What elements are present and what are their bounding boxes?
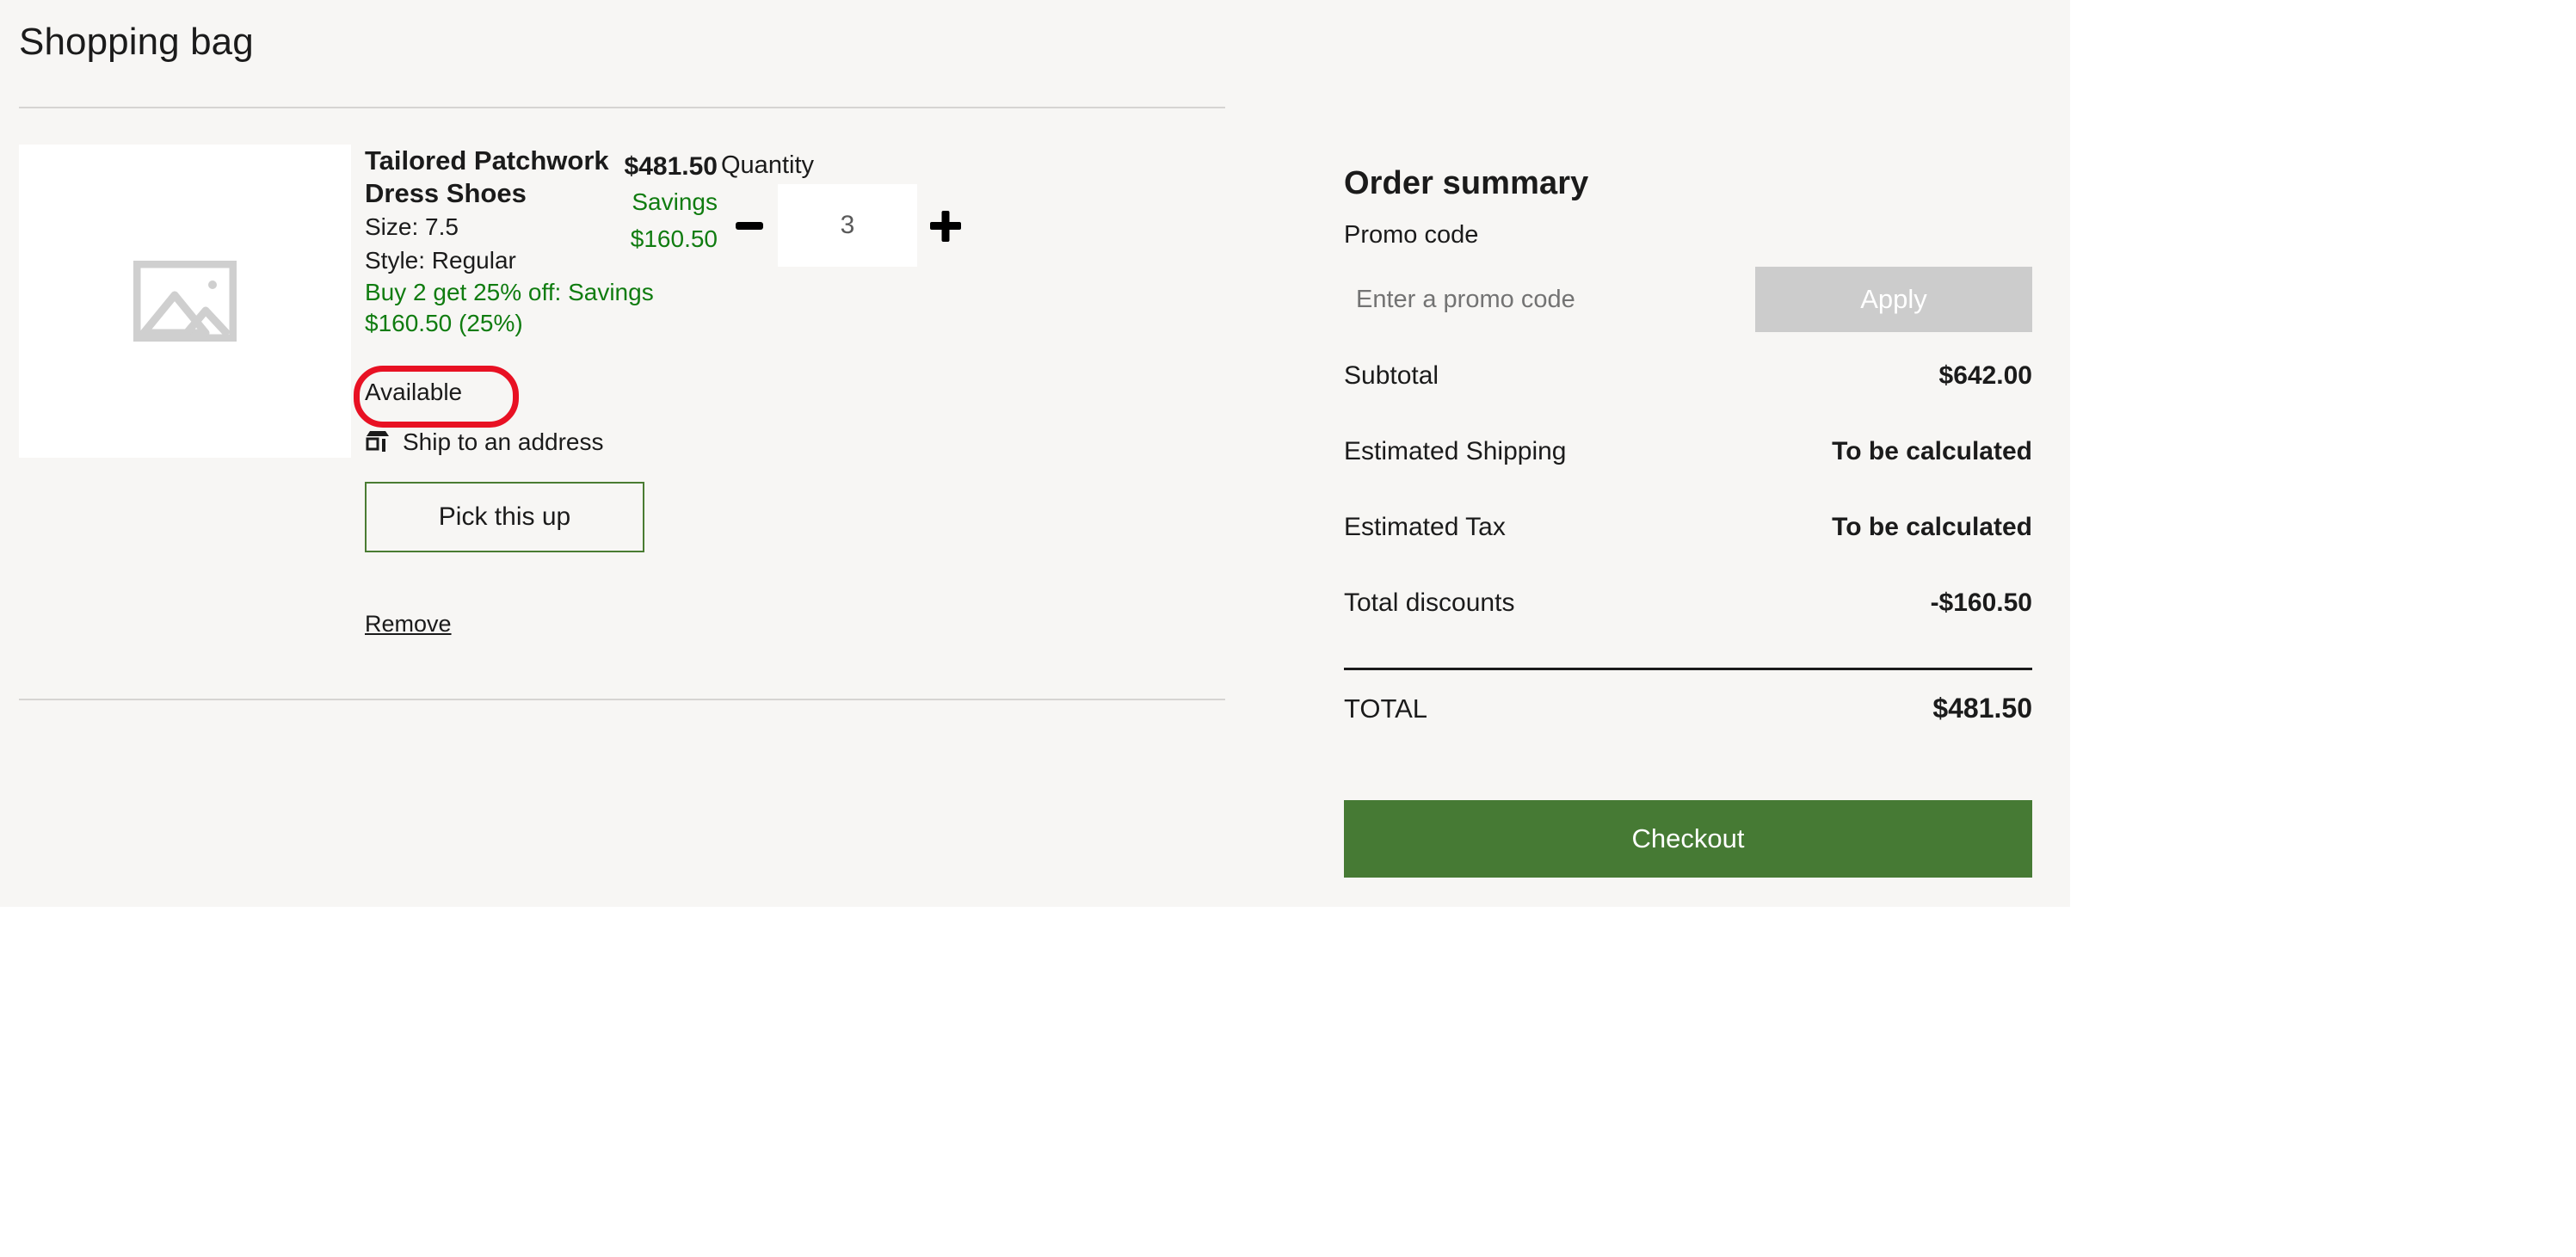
- product-availability: Available: [365, 379, 463, 405]
- promo-code-label: Promo code: [1344, 221, 1479, 249]
- quantity-decrease-button[interactable]: [721, 184, 778, 267]
- quantity-input[interactable]: [778, 184, 917, 267]
- checkout-button[interactable]: Checkout: [1344, 800, 2032, 878]
- summary-value: $642.00: [1938, 361, 2032, 390]
- item-list-divider: [19, 699, 1225, 700]
- summary-label: Subtotal: [1344, 361, 1439, 390]
- promo-code-row: Apply: [1344, 267, 2032, 332]
- summary-label: Estimated Tax: [1344, 513, 1506, 541]
- fulfillment-method: Ship to an address: [365, 428, 604, 456]
- line-item-price: $481.50 Savings $160.50: [459, 151, 718, 255]
- line-item-savings-amount: $160.50: [630, 225, 718, 252]
- line-item-savings-label: Savings: [632, 188, 718, 216]
- summary-row-discounts: Total discounts -$160.50: [1344, 588, 2032, 664]
- storefront-icon: [365, 430, 391, 454]
- quantity-stepper: [721, 184, 974, 267]
- line-item-price-amount: $481.50: [624, 152, 718, 181]
- fulfillment-label: Ship to an address: [403, 428, 604, 455]
- order-summary: Order summary Promo code Apply Subtotal …: [1344, 165, 2032, 724]
- summary-value: To be calculated: [1832, 437, 2032, 465]
- plus-icon: [927, 206, 964, 244]
- order-summary-rows: Subtotal $642.00 Estimated Shipping To b…: [1344, 361, 2032, 664]
- summary-total-divider: [1344, 668, 2032, 670]
- apply-promo-button[interactable]: Apply: [1755, 267, 2032, 332]
- summary-value: -$160.50: [1930, 588, 2032, 617]
- summary-row-subtotal: Subtotal $642.00: [1344, 361, 2032, 437]
- summary-label: Estimated Shipping: [1344, 437, 1567, 465]
- summary-row-tax: Estimated Tax To be calculated: [1344, 513, 2032, 588]
- header-divider: [19, 107, 1225, 108]
- pick-this-up-button[interactable]: Pick this up: [365, 482, 644, 552]
- order-summary-title: Order summary: [1344, 165, 1589, 201]
- quantity-increase-button[interactable]: [917, 184, 974, 267]
- summary-label: Total discounts: [1344, 588, 1515, 617]
- product-promotion: Buy 2 get 25% off: Savings $160.50 (25%): [365, 278, 654, 337]
- minus-icon: [732, 208, 767, 243]
- quantity-label: Quantity: [721, 151, 814, 179]
- shopping-bag-page: Shopping bag Tailored Patchwork Dress Sh…: [0, 0, 2070, 907]
- page-title: Shopping bag: [19, 21, 254, 63]
- summary-row-shipping: Estimated Shipping To be calculated: [1344, 437, 2032, 513]
- product-thumbnail[interactable]: [19, 145, 351, 458]
- total-value: $481.50: [1932, 693, 2032, 724]
- total-label: TOTAL: [1344, 693, 1428, 724]
- summary-value: To be calculated: [1832, 513, 2032, 541]
- summary-row-total: TOTAL $481.50: [1344, 693, 2032, 724]
- image-placeholder-icon: [133, 261, 237, 342]
- promo-code-input[interactable]: [1344, 267, 1755, 332]
- remove-item-link[interactable]: Remove: [365, 611, 452, 638]
